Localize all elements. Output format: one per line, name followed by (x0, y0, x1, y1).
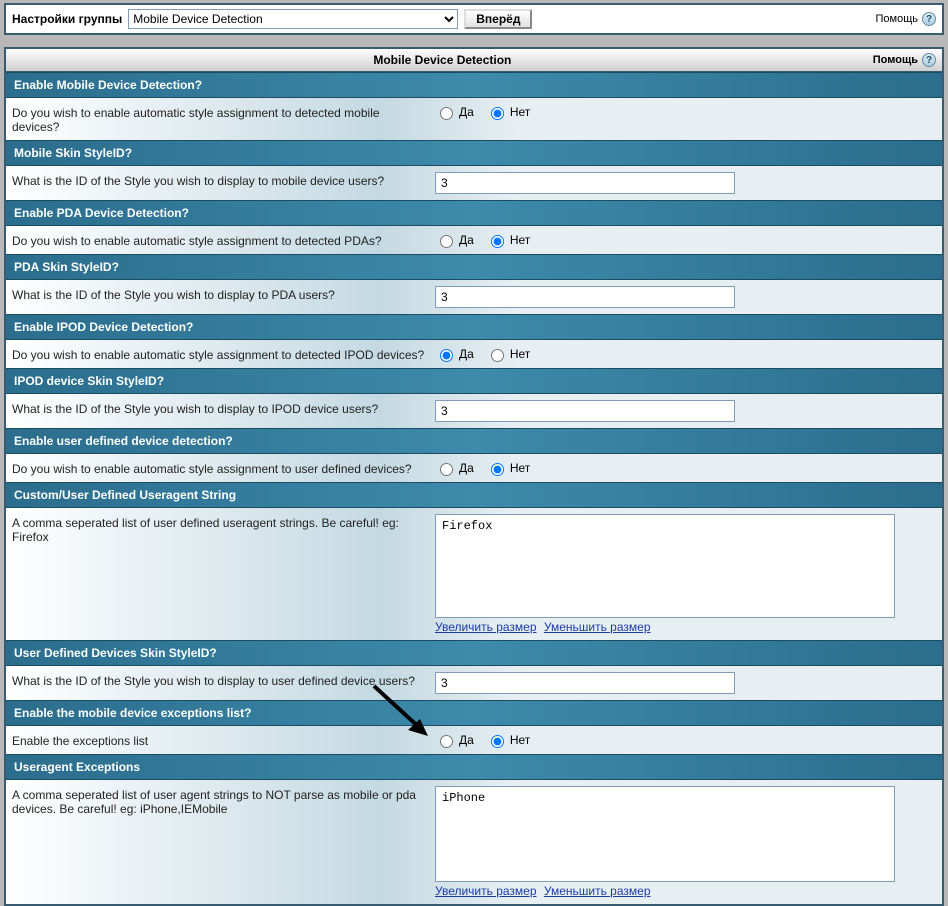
section-head: Mobile Skin StyleID? (6, 140, 942, 166)
radio-no[interactable]: Нет (486, 460, 530, 476)
setting-row: Do you wish to enable automatic style as… (6, 340, 942, 368)
setting-row: Do you wish to enable automatic style as… (6, 454, 942, 482)
top-bar: Настройки группы Mobile Device Detection… (4, 3, 944, 35)
section-head: Useragent Exceptions (6, 754, 942, 780)
radio-no[interactable]: Нет (486, 346, 530, 362)
setting-row: A comma seperated list of user agent str… (6, 780, 942, 904)
styleid-input[interactable] (435, 172, 735, 194)
setting-row: Do you wish to enable automatic style as… (6, 226, 942, 254)
radio-yes[interactable]: Да (435, 460, 474, 476)
annotation-arrow-icon (368, 682, 438, 742)
help-icon: ? (922, 12, 936, 26)
setting-row: What is the ID of the Style you wish to … (6, 394, 942, 428)
section-head: Enable PDA Device Detection? (6, 200, 942, 226)
setting-row: A comma seperated list of user defined u… (6, 508, 942, 640)
help-link-top[interactable]: Помощь ? (876, 12, 937, 26)
group-settings-label: Настройки группы (12, 12, 122, 26)
shrink-link[interactable]: Уменьшить размер (544, 620, 651, 634)
radio-yes[interactable]: Да (435, 346, 474, 362)
setting-row: Do you wish to enable automatic style as… (6, 98, 942, 140)
radio-yes[interactable]: Да (435, 104, 474, 120)
setting-row: What is the ID of the Style you wish to … (6, 666, 942, 700)
shrink-link[interactable]: Уменьшить размер (544, 884, 651, 898)
radio-yes[interactable]: Да (435, 232, 474, 248)
radio-no[interactable]: Нет (486, 732, 530, 748)
styleid-input[interactable] (435, 286, 735, 308)
panel-header: Mobile Device Detection Помощь ? (6, 49, 942, 72)
panel-title: Mobile Device Detection (12, 53, 873, 67)
styleid-input[interactable] (435, 400, 735, 422)
section-head: Enable user defined device detection? (6, 428, 942, 454)
group-settings-select[interactable]: Mobile Device Detection (128, 9, 458, 29)
styleid-input[interactable] (435, 672, 735, 694)
section-head: Custom/User Defined Useragent String (6, 482, 942, 508)
go-button[interactable]: Вперёд (464, 9, 532, 29)
exceptions-textarea[interactable] (435, 786, 895, 882)
help-icon: ? (922, 53, 936, 67)
radio-yes[interactable]: Да (435, 732, 474, 748)
setting-row: Enable the exceptions list Да Нет (6, 726, 942, 754)
radio-no[interactable]: Нет (486, 104, 530, 120)
enlarge-link[interactable]: Увеличить размер (435, 884, 537, 898)
setting-row: What is the ID of the Style you wish to … (6, 280, 942, 314)
help-link-panel[interactable]: Помощь ? (873, 53, 936, 67)
radio-no[interactable]: Нет (486, 232, 530, 248)
setting-row: What is the ID of the Style you wish to … (6, 166, 942, 200)
enlarge-link[interactable]: Увеличить размер (435, 620, 537, 634)
section-head: IPOD device Skin StyleID? (6, 368, 942, 394)
section-head: User Defined Devices Skin StyleID? (6, 640, 942, 666)
settings-panel: Mobile Device Detection Помощь ? Enable … (4, 47, 944, 906)
useragent-textarea[interactable] (435, 514, 895, 618)
section-head: Enable the mobile device exceptions list… (6, 700, 942, 726)
section-head: Enable Mobile Device Detection? (6, 72, 942, 98)
section-head: Enable IPOD Device Detection? (6, 314, 942, 340)
section-head: PDA Skin StyleID? (6, 254, 942, 280)
